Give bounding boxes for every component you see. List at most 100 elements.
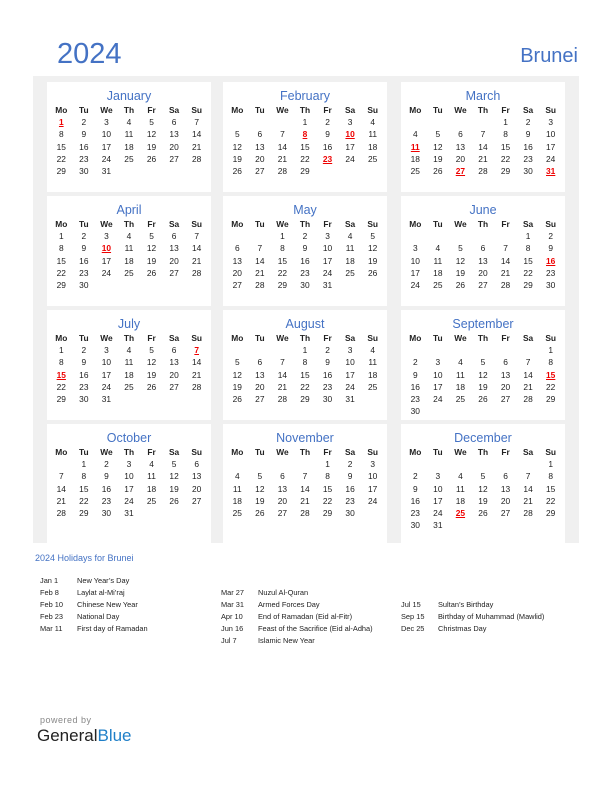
- empty-cell: [427, 116, 450, 128]
- day-cell: 18: [410, 153, 420, 164]
- month-title: July: [117, 317, 141, 331]
- holiday-day-cell: 16: [546, 255, 556, 266]
- week-row: 28 29 30 31: [50, 507, 208, 519]
- day-cell: 3: [347, 117, 353, 128]
- day-cell: 2: [525, 117, 531, 128]
- day-cell: 16: [101, 483, 112, 494]
- day-cell: 10: [433, 369, 443, 380]
- day-cell: 31: [433, 520, 443, 531]
- day-cell: 20: [277, 495, 288, 506]
- day-cell: 6: [280, 471, 285, 482]
- day-cell: 28: [56, 508, 66, 519]
- day-cell: 12: [478, 369, 488, 380]
- day-cell: 18: [368, 369, 378, 380]
- day-cell: 9: [325, 129, 330, 140]
- week-row: 8 9 10 11 12 13 14: [50, 128, 208, 140]
- weekday-header: Fr: [323, 105, 332, 116]
- day-cell: 28: [192, 267, 202, 278]
- weekday-header: We: [454, 333, 467, 344]
- day-cell: 28: [192, 153, 202, 164]
- day-cell: 22: [79, 495, 89, 506]
- empty-cell: [472, 344, 495, 356]
- empty-cell: [249, 116, 272, 128]
- holiday-column: Jul 15 Sultan’s Birthday Sep 15 Birthday of…: [401, 599, 544, 635]
- brand-general: General: [37, 726, 98, 745]
- day-cell: 22: [500, 153, 511, 164]
- empty-cell: [449, 405, 472, 417]
- empty-cell: [427, 405, 450, 417]
- day-cell: 6: [171, 345, 177, 356]
- empty-cell: [494, 458, 517, 470]
- day-cell: 21: [523, 495, 533, 506]
- day-cell: 1: [81, 459, 87, 470]
- holiday-date: Feb 23: [40, 612, 64, 621]
- empty-cell: [539, 405, 562, 417]
- day-cell: 16: [79, 369, 89, 380]
- weekday-header: We: [100, 447, 113, 458]
- empty-cell: [118, 165, 141, 177]
- weekday-header: Fr: [501, 219, 510, 230]
- day-cell: 14: [277, 141, 288, 152]
- powered-by-label: powered by: [40, 715, 92, 725]
- day-cell: 25: [345, 267, 355, 278]
- day-cell: 14: [192, 357, 202, 368]
- weekday-header: We: [100, 105, 113, 116]
- day-cell: 12: [433, 141, 443, 152]
- day-cell: 4: [458, 471, 463, 482]
- day-cell: 20: [255, 153, 265, 164]
- weekday-header: Fr: [501, 105, 510, 116]
- holiday-day-cell: 23: [322, 153, 333, 164]
- day-cell: 13: [255, 141, 265, 152]
- day-cell: 19: [478, 381, 488, 392]
- weekday-header: Th: [299, 219, 311, 230]
- week-row: 1: [404, 344, 562, 356]
- week-row: 9 10 11 12 13 14 15: [404, 369, 562, 381]
- week-row: 13 14 15 16 17 18 19: [226, 255, 384, 267]
- day-cell: 13: [232, 255, 242, 266]
- weekday-header: Mo: [55, 447, 68, 458]
- empty-cell: [271, 344, 294, 356]
- day-cell: 15: [300, 369, 310, 380]
- day-cell: 13: [169, 243, 179, 254]
- day-cell: 27: [169, 267, 179, 278]
- day-cell: 29: [523, 280, 533, 291]
- day-cell: 5: [480, 471, 486, 482]
- day-cell: 20: [455, 153, 466, 164]
- weekday-header: Fr: [323, 333, 332, 344]
- month-april: April Mo Tu We Th Fr Sa Su 1 2 3 4 5 6 7 8 9 10 11 12 13 14 15…: [47, 196, 211, 306]
- week-row: 1 2 3 4: [226, 116, 384, 128]
- day-cell: 10: [410, 255, 420, 266]
- week-row: 15 16 17 18 19 20 21: [50, 141, 208, 153]
- day-cell: 18: [124, 255, 134, 266]
- empty-cell: [427, 230, 450, 242]
- empty-cell: [50, 458, 73, 470]
- week-row: 23 24 25 26 27 28 29: [404, 507, 562, 519]
- day-cell: 4: [126, 231, 132, 242]
- holiday-day-cell: 1: [58, 117, 64, 128]
- empty-cell: [294, 458, 317, 470]
- weekday-header: We: [454, 219, 467, 230]
- day-cell: 28: [300, 508, 310, 519]
- week-row: 1 2 3 4 5 6 7: [50, 230, 208, 242]
- week-row: 5 6 7 8 9 10 11: [226, 356, 384, 368]
- empty-cell: [249, 230, 272, 242]
- empty-cell: [517, 458, 540, 470]
- day-cell: 27: [255, 166, 265, 177]
- day-cell: 15: [79, 483, 89, 494]
- day-cell: 22: [322, 495, 333, 506]
- week-row: 1 2 3: [226, 458, 384, 470]
- week-row: 5 6 7 8 9 10 11: [226, 128, 384, 140]
- weekday-header: Sa: [522, 333, 534, 344]
- day-cell: 31: [345, 394, 355, 405]
- holiday-name: Sultan’s Birthday: [438, 600, 494, 609]
- year-title: 2024: [57, 38, 122, 70]
- day-cell: 26: [478, 394, 488, 405]
- day-cell: 15: [523, 255, 533, 266]
- week-row: 27 28 29 30 31: [226, 279, 384, 291]
- empty-cell: [271, 116, 294, 128]
- empty-cell: [472, 458, 495, 470]
- weekday-header: Mo: [231, 105, 244, 116]
- day-cell: 24: [101, 267, 112, 278]
- day-cell: 21: [255, 267, 265, 278]
- holiday-day-cell: 7: [194, 345, 200, 356]
